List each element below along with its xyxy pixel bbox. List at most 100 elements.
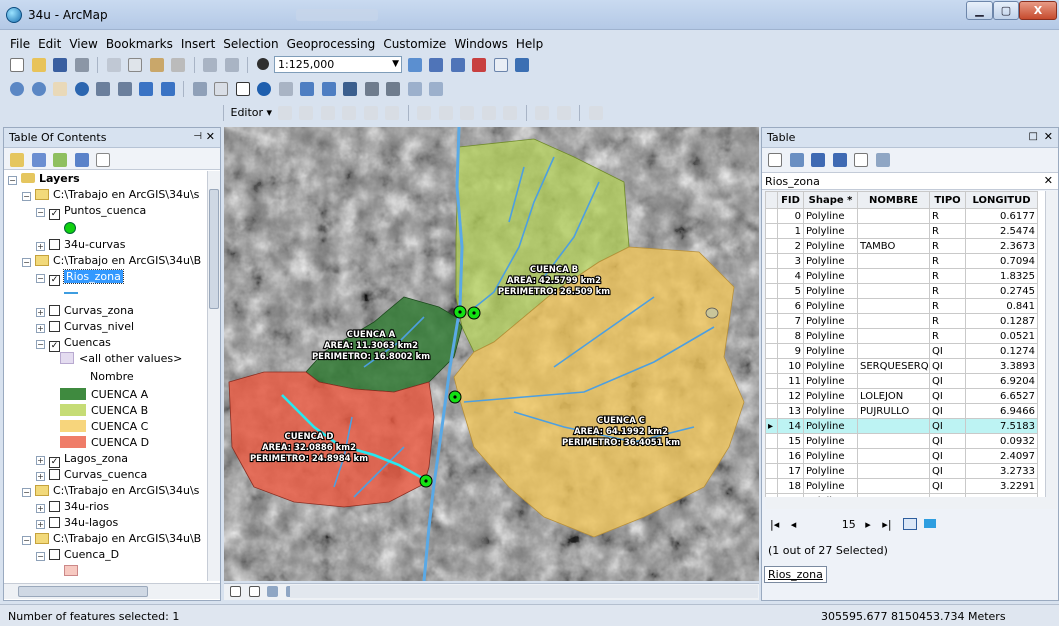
collapse-icon[interactable]: − bbox=[22, 488, 31, 497]
table-row[interactable]: 7 Polyline R 0.1287 bbox=[765, 313, 1038, 329]
row-selector[interactable] bbox=[765, 448, 778, 464]
close-window-button[interactable]: X bbox=[1019, 1, 1057, 20]
table-row[interactable]: 1 Polyline R 2.5474 bbox=[765, 223, 1038, 239]
column-header[interactable]: LONGITUD bbox=[965, 191, 1038, 209]
table-cell[interactable]: R bbox=[929, 253, 966, 269]
clear-selection-icon[interactable] bbox=[854, 153, 868, 167]
column-header[interactable]: Shape * bbox=[803, 191, 858, 209]
menu-view[interactable]: View bbox=[65, 35, 101, 53]
layer-checkbox[interactable] bbox=[49, 549, 60, 560]
table-cell[interactable] bbox=[857, 328, 930, 344]
table-cell[interactable]: QI bbox=[929, 388, 966, 404]
identify-icon[interactable] bbox=[257, 82, 271, 96]
redo-icon[interactable] bbox=[224, 58, 239, 72]
collapse-icon[interactable]: − bbox=[22, 192, 31, 201]
straight-segment-icon[interactable] bbox=[320, 106, 335, 120]
collapse-icon[interactable]: − bbox=[36, 208, 45, 217]
layer-checkbox[interactable] bbox=[49, 469, 60, 480]
toc-window-icon[interactable] bbox=[429, 58, 443, 72]
current-record-field[interactable]: 15 bbox=[816, 518, 856, 531]
edit-tool-icon[interactable] bbox=[277, 106, 292, 120]
collapse-icon[interactable]: − bbox=[36, 552, 45, 561]
table-row[interactable]: 9 Polyline QI 0.1274 bbox=[765, 343, 1038, 359]
close-icon[interactable]: ✕ bbox=[206, 130, 215, 143]
scroll-thumb[interactable] bbox=[209, 189, 219, 309]
table-row[interactable]: 6 Polyline R 0.841 bbox=[765, 298, 1038, 314]
table-row[interactable]: 3 Polyline R 0.7094 bbox=[765, 253, 1038, 269]
collapse-icon[interactable]: − bbox=[36, 274, 45, 283]
table-cell[interactable] bbox=[857, 463, 930, 479]
table-cell[interactable]: R bbox=[929, 238, 966, 254]
table-cell[interactable]: QI bbox=[929, 463, 966, 479]
list-by-selection-icon[interactable] bbox=[74, 153, 89, 167]
pin-icon[interactable]: ⊣ bbox=[193, 131, 202, 142]
delete-selected-icon[interactable] bbox=[875, 153, 890, 167]
maximize-button[interactable]: ▢ bbox=[993, 1, 1019, 20]
table-cell[interactable]: TAMBO bbox=[857, 238, 930, 254]
table-cell[interactable]: 12 bbox=[777, 388, 804, 404]
paste-icon[interactable] bbox=[149, 58, 164, 72]
show-selected-records-icon[interactable] bbox=[923, 519, 936, 528]
table-cell[interactable]: 13 bbox=[777, 403, 804, 419]
menu-insert[interactable]: Insert bbox=[177, 35, 219, 53]
layer-checkbox[interactable]: ✓ bbox=[49, 341, 60, 352]
table-cell[interactable]: QI bbox=[929, 403, 966, 419]
column-header[interactable]: TIPO bbox=[929, 191, 966, 209]
table-cell[interactable]: 0 bbox=[777, 208, 804, 224]
layer-checkbox[interactable] bbox=[49, 321, 60, 332]
table-row[interactable]: 12 Polyline LOLEJON QI 6.6527 bbox=[765, 388, 1038, 404]
toc-layer-34u-rios[interactable]: +34u-rios bbox=[36, 499, 109, 515]
collapse-icon[interactable]: − bbox=[36, 340, 45, 349]
list-by-source-icon[interactable] bbox=[31, 153, 46, 167]
table-cell[interactable]: 17 bbox=[777, 463, 804, 479]
go-to-xy-icon[interactable] bbox=[386, 82, 400, 96]
layer-checkbox[interactable]: ✓ bbox=[49, 275, 60, 286]
table-cell[interactable]: 0.2745 bbox=[965, 283, 1038, 299]
column-header[interactable]: NOMBRE bbox=[857, 191, 930, 209]
rotate-icon[interactable] bbox=[503, 106, 518, 120]
table-cell[interactable]: 0.1287 bbox=[965, 313, 1038, 329]
create-features-icon[interactable] bbox=[588, 106, 603, 120]
table-cell[interactable]: 14 bbox=[777, 418, 804, 434]
table-cell[interactable]: Polyline bbox=[803, 478, 858, 494]
table-cell[interactable]: LOLEJON bbox=[857, 388, 930, 404]
delete-icon[interactable] bbox=[171, 58, 185, 72]
table-row[interactable]: 0 Polyline R 0.6177 bbox=[765, 208, 1038, 224]
trace-icon[interactable] bbox=[363, 106, 378, 120]
toc-layer-curvas-nivel[interactable]: + Curvas_nivel bbox=[36, 319, 134, 335]
table-cell[interactable]: 10 bbox=[777, 358, 804, 374]
find-icon[interactable] bbox=[343, 82, 357, 96]
menu-bookmarks[interactable]: Bookmarks bbox=[102, 35, 177, 53]
table-horizontal-scrollbar[interactable] bbox=[765, 497, 1057, 509]
table-cell[interactable] bbox=[857, 298, 930, 314]
row-selector[interactable] bbox=[765, 343, 778, 359]
table-cell[interactable]: 9 bbox=[777, 343, 804, 359]
table-cell[interactable]: R bbox=[929, 313, 966, 329]
table-cell[interactable]: 8 bbox=[777, 328, 804, 344]
table-cell[interactable] bbox=[857, 433, 930, 449]
layer-checkbox[interactable] bbox=[49, 305, 60, 316]
expand-icon[interactable]: + bbox=[36, 324, 45, 333]
first-record-button[interactable]: |◂ bbox=[770, 518, 779, 531]
python-window-icon[interactable] bbox=[493, 58, 508, 72]
close-table-icon[interactable]: ✕ bbox=[1044, 174, 1053, 187]
switch-selection-icon[interactable] bbox=[832, 153, 847, 167]
back-extent-icon[interactable] bbox=[139, 82, 153, 96]
menu-file[interactable]: File bbox=[6, 35, 34, 53]
show-all-records-icon[interactable] bbox=[903, 518, 918, 530]
table-row[interactable]: 4 Polyline R 1.8325 bbox=[765, 268, 1038, 284]
row-selector[interactable] bbox=[765, 298, 778, 314]
catalog-window-icon[interactable] bbox=[450, 58, 465, 72]
table-cell[interactable]: QI bbox=[929, 433, 966, 449]
row-selector[interactable] bbox=[765, 283, 778, 299]
create-viewer-window-icon[interactable] bbox=[429, 82, 443, 96]
row-selector[interactable] bbox=[765, 328, 778, 344]
expand-icon[interactable]: + bbox=[36, 242, 45, 251]
toc-group-path[interactable]: − C:\Trabajo en ArcGIS\34u\s bbox=[22, 483, 199, 499]
toc-layer-cuencas[interactable]: − ✓ Cuencas bbox=[36, 335, 111, 352]
reshape-icon[interactable] bbox=[438, 106, 453, 120]
map-horizontal-scrollbar[interactable] bbox=[290, 585, 758, 598]
editor-menu[interactable]: Editor ▾ bbox=[231, 106, 273, 119]
table-row[interactable]: 13 Polyline PUJRULLO QI 6.9466 bbox=[765, 403, 1038, 419]
row-selector[interactable] bbox=[765, 253, 778, 269]
